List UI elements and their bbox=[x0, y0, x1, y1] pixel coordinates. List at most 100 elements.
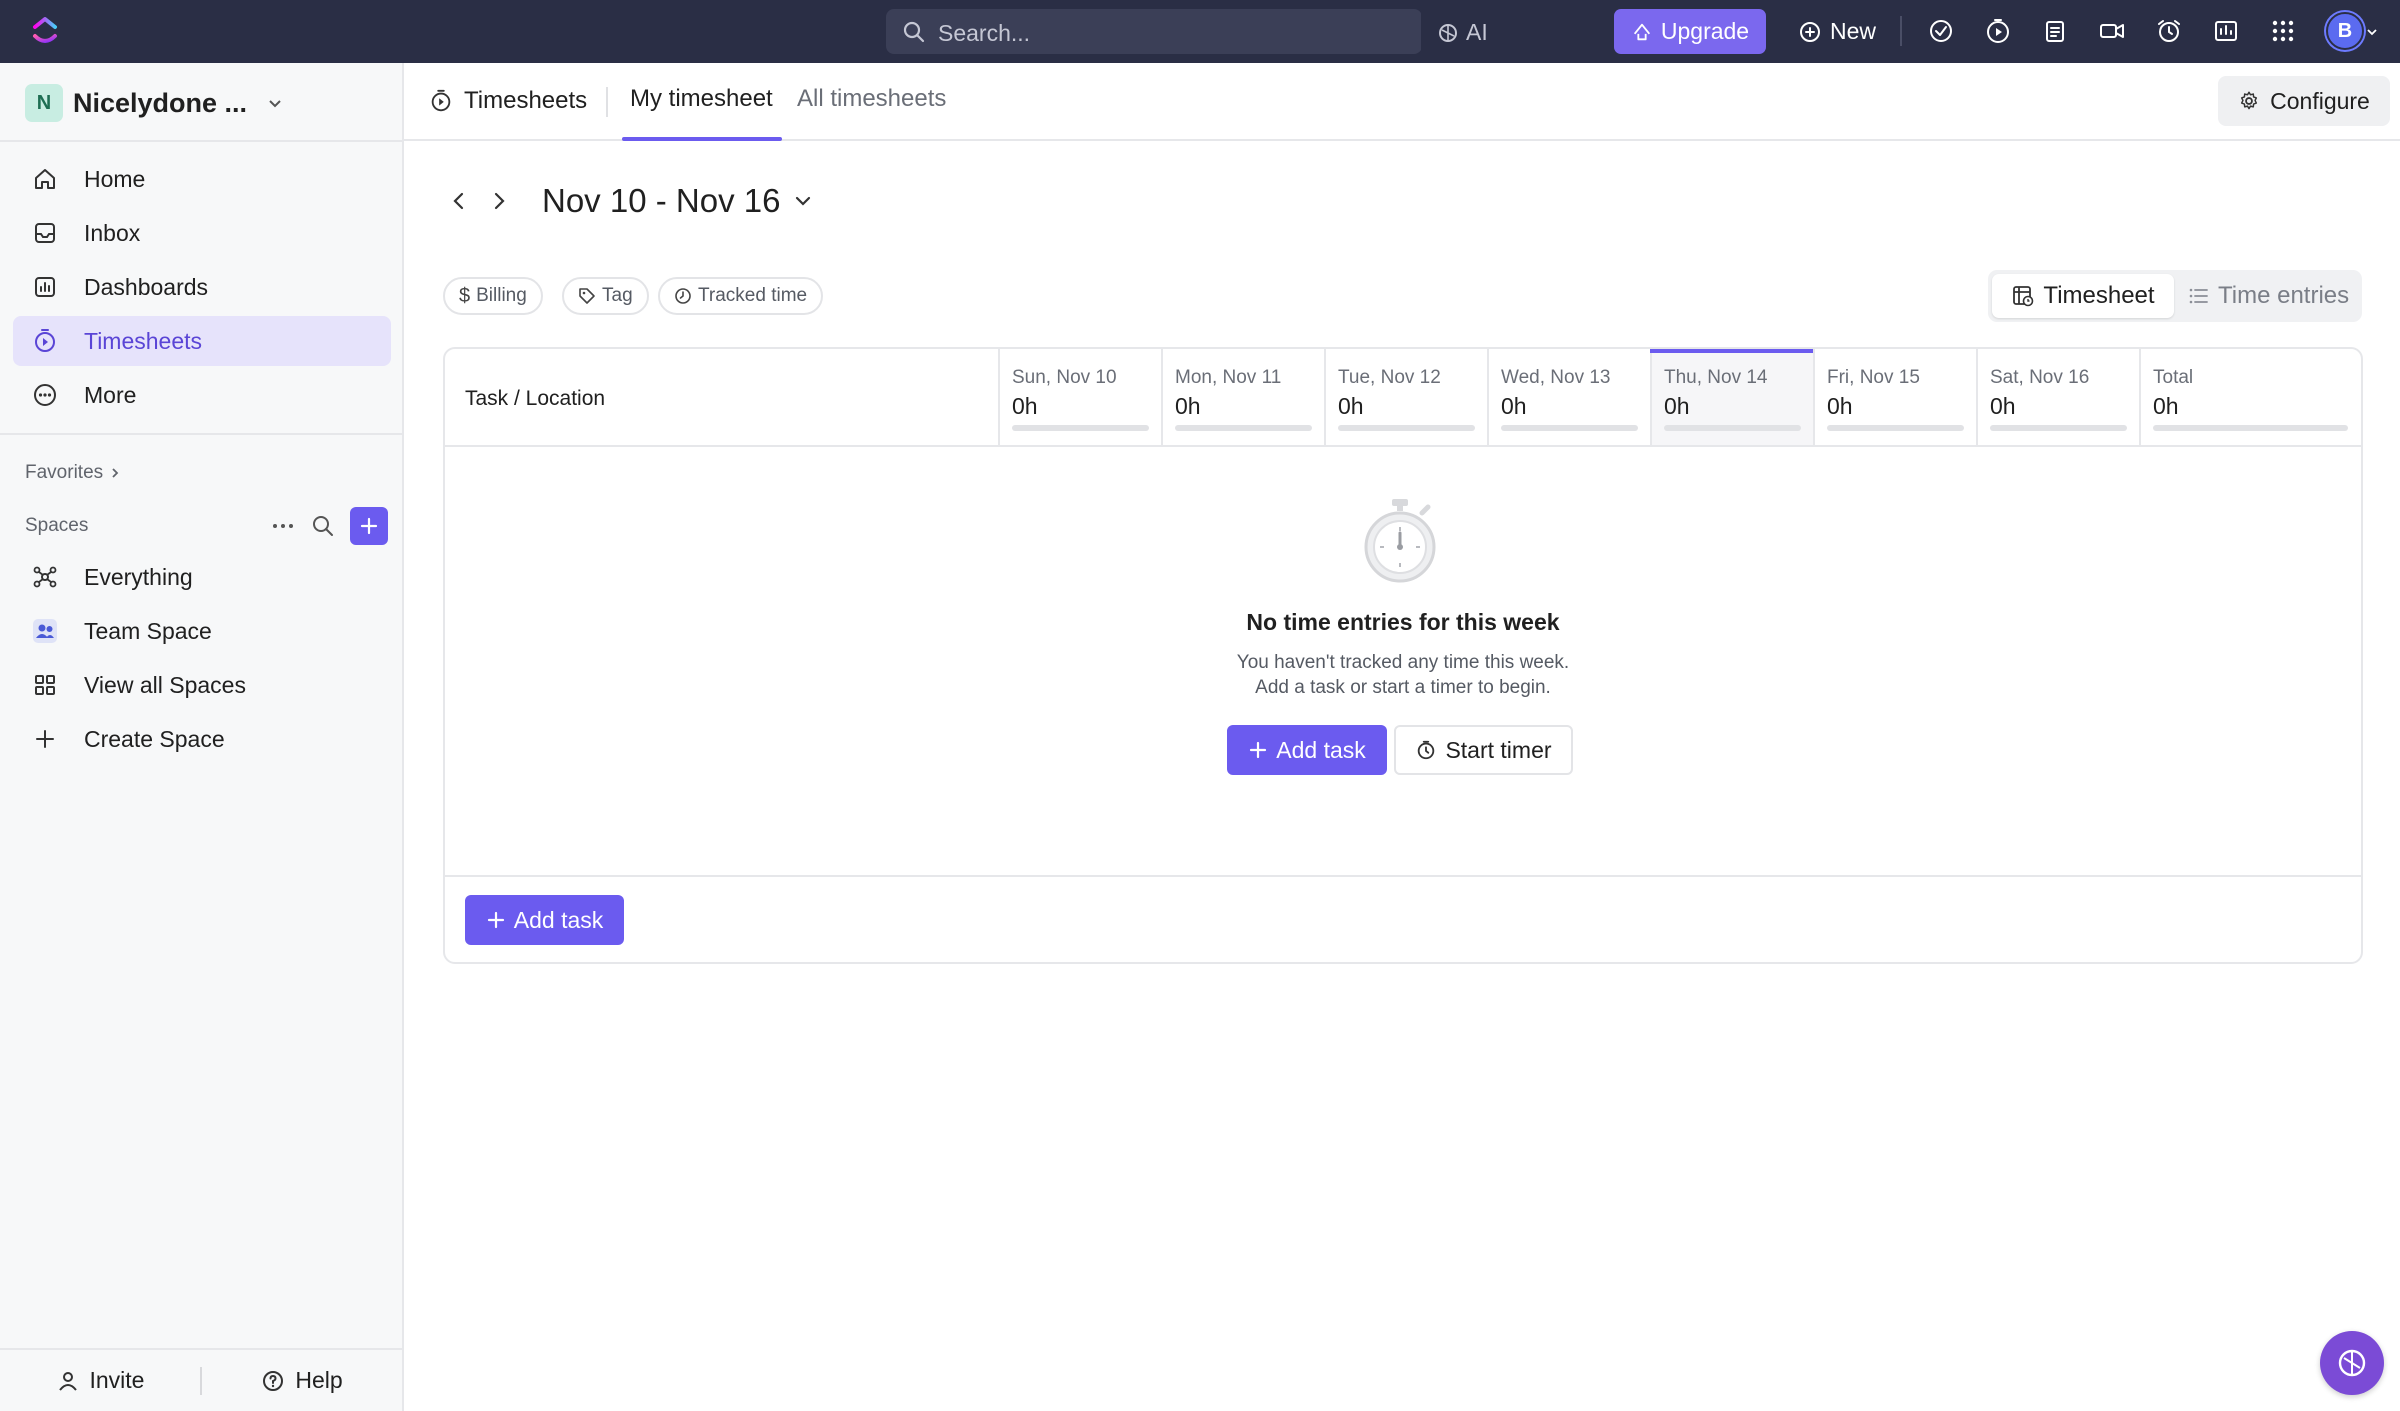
chevron-down-icon[interactable] bbox=[2366, 26, 2378, 38]
day-hours: 0h bbox=[1012, 393, 1038, 419]
day-hours: 0h bbox=[1990, 393, 2016, 419]
spaces-tools bbox=[270, 507, 388, 545]
sidebar-item-create-space[interactable]: Create Space bbox=[13, 714, 391, 764]
check-circle-icon[interactable] bbox=[1927, 17, 1955, 45]
plus-circle-icon bbox=[1800, 21, 1820, 42]
chevron-right-icon[interactable] bbox=[488, 190, 510, 212]
timer-icon bbox=[1418, 740, 1435, 760]
assistant-fab[interactable] bbox=[2320, 1331, 2384, 1395]
header-separator bbox=[606, 87, 608, 117]
team-icon bbox=[33, 619, 57, 643]
tab-all-timesheets[interactable]: All timesheets bbox=[797, 85, 946, 113]
configure-button[interactable]: Configure bbox=[2218, 76, 2390, 126]
page-title-text: Timesheets bbox=[464, 87, 588, 114]
add-task-label: Add task bbox=[1276, 736, 1366, 763]
sidebar-item-label: More bbox=[84, 381, 137, 408]
sidebar-item-label: Create Space bbox=[84, 725, 225, 752]
empty-state-line1: You haven't tracked any time this week. bbox=[1236, 652, 1570, 673]
table-footer: Add task bbox=[445, 875, 2361, 962]
user-avatar[interactable]: B bbox=[2326, 12, 2364, 50]
start-timer-button[interactable]: Start timer bbox=[1394, 725, 1573, 775]
plus-icon bbox=[1250, 741, 1267, 759]
everything-icon bbox=[33, 566, 57, 588]
topbar-separator bbox=[1900, 16, 1902, 46]
help-button[interactable]: Help bbox=[202, 1367, 402, 1394]
total-label: Total bbox=[2153, 367, 2194, 388]
dashboard-icon bbox=[35, 277, 55, 297]
inbox-icon bbox=[35, 223, 55, 243]
add-space-button[interactable] bbox=[350, 507, 388, 545]
search-bar[interactable]: Search... AI bbox=[886, 9, 1488, 54]
day-name: Sun, Nov 10 bbox=[1012, 367, 1117, 388]
ai-button[interactable]: AI bbox=[1436, 19, 1488, 46]
assistant-icon bbox=[2338, 1349, 2366, 1377]
day-hours: 0h bbox=[1501, 393, 1527, 419]
chevron-left-icon[interactable] bbox=[448, 190, 470, 212]
more-icon bbox=[34, 384, 56, 406]
page-header: Timesheets My timesheet All timesheets C… bbox=[404, 63, 2400, 141]
total-hours: 0h bbox=[2153, 393, 2179, 419]
page-title: Timesheets bbox=[428, 87, 587, 115]
chevron-down-icon[interactable] bbox=[794, 192, 812, 210]
day-column-wed[interactable]: Wed, Nov 13 0h bbox=[1487, 349, 1650, 445]
plus-icon bbox=[36, 730, 54, 748]
timer-icon[interactable] bbox=[1984, 17, 2012, 45]
invite-button[interactable]: Invite bbox=[0, 1367, 200, 1394]
day-hours: 0h bbox=[1338, 393, 1364, 419]
sidebar-item-view-all-spaces[interactable]: View all Spaces bbox=[13, 660, 391, 710]
dollar-icon: $ bbox=[459, 284, 471, 307]
sidebar-item-home[interactable]: Home bbox=[13, 154, 391, 204]
notepad-icon[interactable] bbox=[2041, 17, 2069, 45]
docs-icon[interactable] bbox=[2212, 17, 2240, 45]
video-icon[interactable] bbox=[2098, 17, 2126, 45]
workspace-switcher[interactable]: N Nicelydone ... bbox=[25, 83, 283, 123]
billing-filter[interactable]: $ Billing bbox=[443, 277, 543, 315]
sidebar-item-inbox[interactable]: Inbox bbox=[13, 208, 391, 258]
day-progress-bar bbox=[1175, 425, 1312, 431]
sidebar-item-timesheets[interactable]: Timesheets bbox=[13, 316, 391, 366]
plus-icon bbox=[360, 517, 378, 535]
day-progress-bar bbox=[1990, 425, 2127, 431]
day-column-fri[interactable]: Fri, Nov 15 0h bbox=[1813, 349, 1976, 445]
app-logo-icon[interactable] bbox=[28, 14, 62, 48]
footer-add-task-button[interactable]: Add task bbox=[465, 895, 624, 945]
day-column-mon[interactable]: Mon, Nov 11 0h bbox=[1161, 349, 1324, 445]
filter-label: Tracked time bbox=[698, 285, 808, 306]
tag-filter[interactable]: Tag bbox=[562, 277, 649, 315]
ellipsis-icon[interactable] bbox=[270, 513, 296, 539]
sidebar-item-more[interactable]: More bbox=[13, 370, 391, 420]
apps-grid-icon[interactable] bbox=[2269, 17, 2297, 45]
time-entries-view-button[interactable]: Time entries bbox=[2188, 274, 2349, 318]
day-name: Fri, Nov 15 bbox=[1827, 367, 1920, 388]
add-task-label: Add task bbox=[513, 906, 604, 933]
sidebar-item-team-space[interactable]: Team Space bbox=[13, 606, 391, 656]
timesheet-view-icon bbox=[2013, 286, 2034, 307]
new-button[interactable]: New bbox=[1790, 9, 1884, 54]
help-icon bbox=[263, 1370, 284, 1391]
search-icon bbox=[903, 21, 925, 43]
sidebar-item-everything[interactable]: Everything bbox=[13, 552, 391, 602]
alarm-icon[interactable] bbox=[2155, 17, 2183, 45]
today-indicator bbox=[1650, 349, 1813, 353]
search-icon[interactable] bbox=[310, 513, 336, 539]
sidebar-item-dashboards[interactable]: Dashboards bbox=[13, 262, 391, 312]
day-column-sat[interactable]: Sat, Nov 16 0h bbox=[1976, 349, 2139, 445]
sidebar-item-label: Timesheets bbox=[84, 327, 203, 354]
list-icon bbox=[2189, 288, 2208, 304]
upgrade-button[interactable]: Upgrade bbox=[1614, 9, 1766, 54]
favorites-section[interactable]: Favorites bbox=[25, 462, 121, 484]
day-column-tue[interactable]: Tue, Nov 12 0h bbox=[1324, 349, 1487, 445]
tracked-time-filter[interactable]: Tracked time bbox=[658, 277, 824, 315]
timesheet-view-button[interactable]: Timesheet bbox=[1992, 274, 2174, 318]
start-timer-label: Start timer bbox=[1445, 736, 1552, 763]
day-column-total: Total 0h bbox=[2139, 349, 2361, 445]
empty-state: No time entries for this week You haven'… bbox=[445, 447, 2361, 875]
day-progress-bar bbox=[1827, 425, 1964, 431]
date-range-selector[interactable]: Nov 10 - Nov 16 bbox=[542, 182, 780, 220]
add-task-button[interactable]: Add task bbox=[1227, 725, 1387, 775]
chevron-right-icon bbox=[112, 468, 119, 478]
tab-my-timesheet[interactable]: My timesheet bbox=[630, 85, 773, 113]
day-column-sun[interactable]: Sun, Nov 10 0h bbox=[998, 349, 1161, 445]
timesheet-icon bbox=[35, 329, 55, 352]
day-column-thu-today[interactable]: Thu, Nov 14 0h bbox=[1650, 349, 1813, 445]
